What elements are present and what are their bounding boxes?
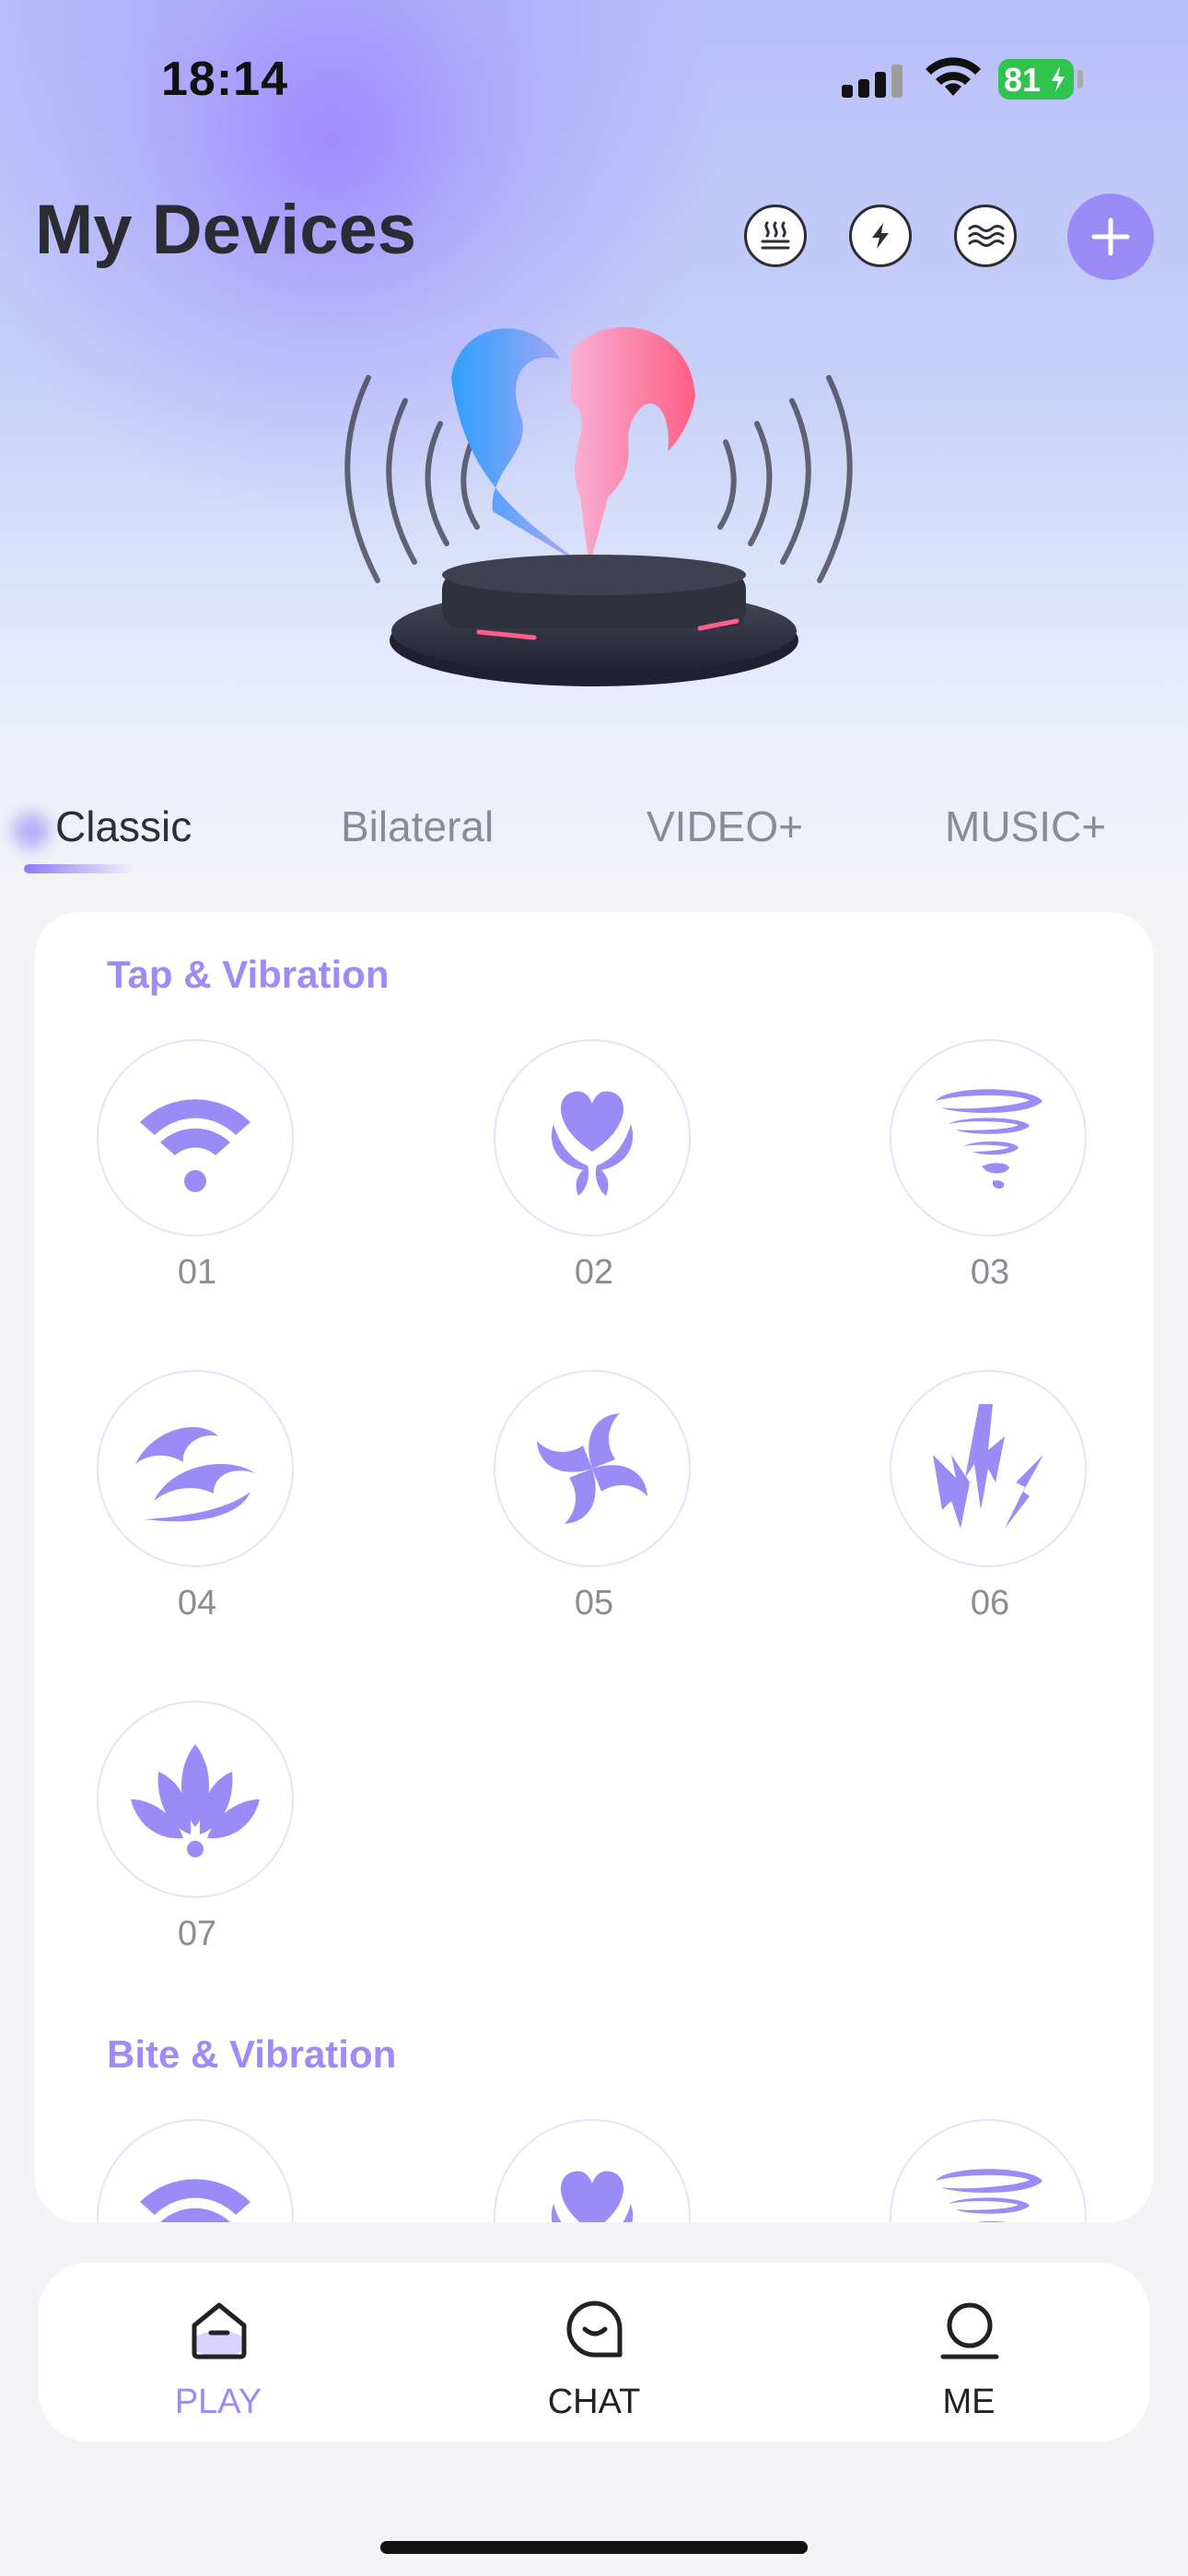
tornado-icon bbox=[936, 1089, 1042, 1189]
status-bar: 18:14 81 bbox=[0, 0, 1188, 157]
nav-me[interactable]: ME bbox=[849, 2263, 1089, 2441]
pattern-label: 01 bbox=[177, 1253, 217, 1292]
tab-bilateral[interactable]: Bilateral bbox=[341, 802, 494, 851]
plus-icon bbox=[1091, 217, 1130, 256]
heart-hands-icon bbox=[551, 2171, 634, 2222]
pattern-button[interactable] bbox=[494, 1039, 691, 1236]
nav-play[interactable]: PLAY bbox=[99, 2263, 338, 2441]
profile-icon bbox=[940, 2302, 999, 2359]
charging-bolt-icon bbox=[1052, 66, 1065, 92]
cellular-signal-icon bbox=[842, 61, 906, 98]
pattern-button[interactable] bbox=[494, 1370, 691, 1567]
heat-mode-button[interactable] bbox=[744, 205, 807, 267]
pattern-button[interactable] bbox=[890, 1039, 1087, 1236]
pattern-card: Tap & Vibration 01 02 03 04 05 06 07 Bit… bbox=[35, 912, 1153, 2222]
chat-icon bbox=[566, 2301, 623, 2358]
device-illustration bbox=[344, 326, 853, 686]
tab-music-plus[interactable]: MUSIC+ bbox=[945, 802, 1106, 851]
tab-classic[interactable]: Classic bbox=[55, 802, 192, 851]
water-mode-button[interactable] bbox=[954, 205, 1017, 267]
lotus-icon bbox=[131, 1744, 260, 1857]
pattern-item-04[interactable]: 04 bbox=[97, 1370, 297, 1623]
pattern-label: 07 bbox=[177, 1914, 217, 1953]
water-waves-icon bbox=[968, 225, 1005, 247]
pattern-item-06[interactable]: 06 bbox=[890, 1370, 1090, 1623]
pattern-item-05[interactable]: 05 bbox=[494, 1370, 694, 1623]
pattern-item-07[interactable]: 07 bbox=[97, 1701, 297, 1954]
page-title: My Devices bbox=[35, 191, 417, 269]
status-time: 18:14 bbox=[161, 53, 288, 106]
pattern-button[interactable] bbox=[97, 1039, 294, 1236]
pattern-button[interactable] bbox=[890, 1370, 1087, 1567]
play-home-icon bbox=[192, 2302, 247, 2359]
battery-icon: 81 bbox=[998, 59, 1083, 100]
pattern-label: 03 bbox=[970, 1253, 1010, 1292]
pattern-button[interactable] bbox=[97, 1701, 294, 1898]
tab-indicator bbox=[24, 864, 134, 873]
pattern-item-01[interactable]: 01 bbox=[97, 1039, 297, 1293]
pattern-label: 06 bbox=[970, 1584, 1010, 1622]
home-indicator bbox=[380, 2541, 808, 2554]
battery-level: 81 bbox=[1004, 61, 1042, 99]
lightning-mode-button[interactable] bbox=[849, 205, 912, 267]
pattern-item-bite-01[interactable] bbox=[97, 2119, 297, 2222]
pattern-item-bite-02[interactable] bbox=[494, 2119, 694, 2222]
heart-hands-icon bbox=[551, 1091, 634, 1196]
add-device-button[interactable] bbox=[1067, 193, 1154, 280]
wifi-waves-icon bbox=[140, 1099, 250, 1192]
pattern-label: 02 bbox=[574, 1253, 614, 1292]
lightning-icon bbox=[872, 223, 889, 249]
tornado-icon bbox=[936, 2169, 1042, 2222]
nav-label-chat: CHAT bbox=[547, 2383, 641, 2421]
pattern-button[interactable] bbox=[97, 1370, 294, 1567]
lightning-bolts-icon bbox=[933, 1404, 1043, 1528]
heat-icon bbox=[761, 221, 790, 250]
pattern-item-02[interactable]: 02 bbox=[494, 1039, 694, 1293]
pattern-button[interactable] bbox=[97, 2119, 294, 2222]
mode-tabs: Classic Bilateral VIDEO+ MUSIC+ bbox=[0, 802, 1188, 875]
wifi-waves-icon bbox=[140, 2179, 250, 2222]
pattern-button[interactable] bbox=[890, 2119, 1087, 2222]
wave-icon bbox=[135, 1427, 255, 1522]
section-title-bite-vibration: Bite & Vibration bbox=[107, 2032, 397, 2076]
nav-chat[interactable]: CHAT bbox=[474, 2263, 714, 2441]
bottom-nav: PLAY CHAT ME bbox=[39, 2263, 1149, 2441]
tab-video-plus[interactable]: VIDEO+ bbox=[646, 802, 803, 851]
section-title-tap-vibration: Tap & Vibration bbox=[107, 953, 390, 996]
pattern-button[interactable] bbox=[494, 2119, 691, 2222]
nav-label-play: PLAY bbox=[174, 2383, 262, 2421]
nav-label-me: ME bbox=[942, 2383, 996, 2421]
pattern-item-bite-03[interactable] bbox=[890, 2119, 1090, 2222]
pattern-label: 04 bbox=[177, 1584, 217, 1622]
pattern-item-03[interactable]: 03 bbox=[890, 1039, 1090, 1293]
pattern-label: 05 bbox=[574, 1584, 614, 1622]
wifi-icon bbox=[926, 57, 981, 96]
swirl-icon bbox=[537, 1413, 647, 1524]
